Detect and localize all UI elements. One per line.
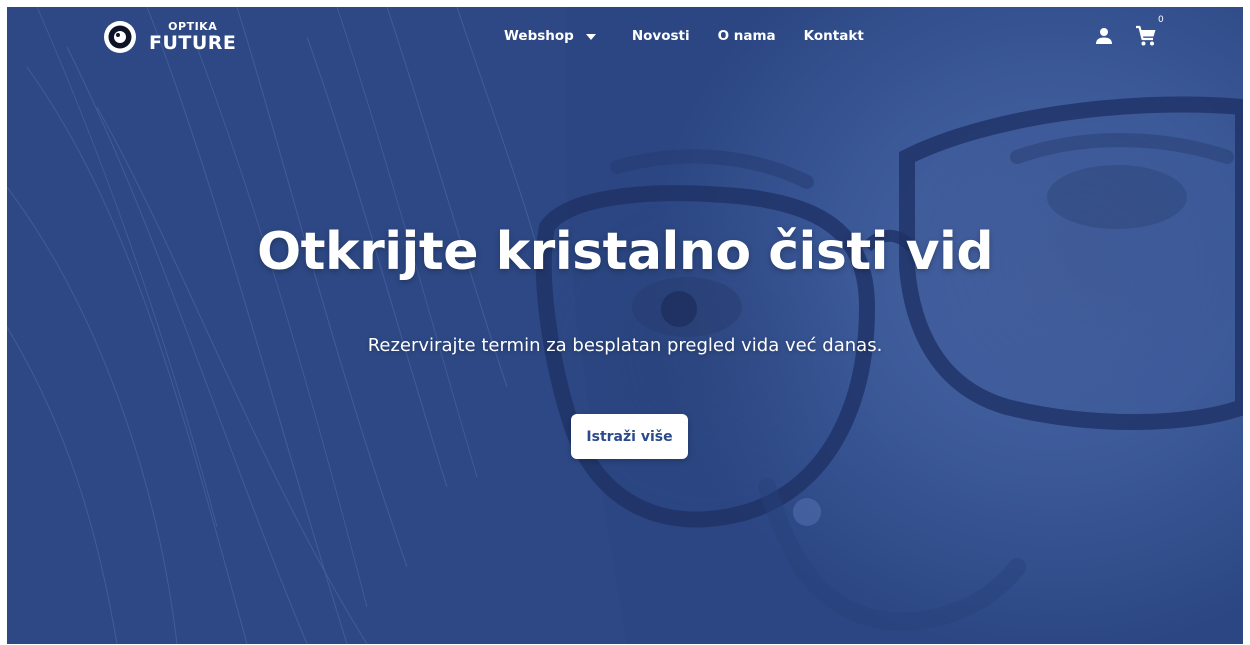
hero-section: OPTIKA FUTURE Webshop Novosti O nama Kon…	[7, 7, 1243, 644]
explore-more-button[interactable]: Istraži više	[571, 414, 688, 459]
hero-title: Otkrijte kristalno čisti vid	[256, 222, 994, 282]
hero-subtitle: Rezervirajte termin za besplatan pregled…	[367, 335, 883, 356]
hero-content: Otkrijte kristalno čisti vid Rezervirajt…	[7, 7, 1243, 644]
